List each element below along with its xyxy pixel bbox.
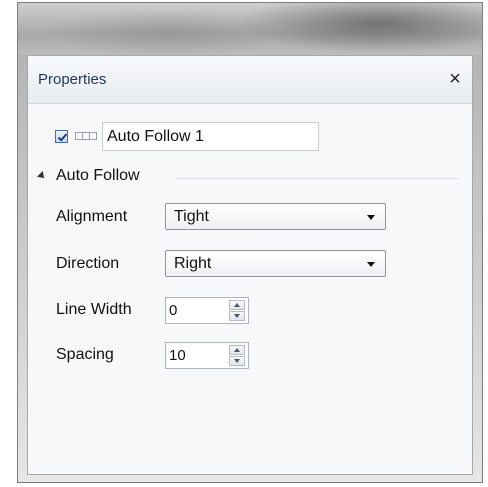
panel-body: Auto Follow Alignment Tight Direction Ri… <box>28 104 472 474</box>
alignment-dropdown[interactable]: Tight <box>165 203 386 230</box>
close-button[interactable]: × <box>444 68 466 90</box>
direction-dropdown[interactable]: Right <box>165 250 386 277</box>
increment-button[interactable] <box>229 345 245 355</box>
decrement-button[interactable] <box>229 311 245 321</box>
direction-value: Right <box>174 255 212 272</box>
element-name-input[interactable] <box>102 122 319 151</box>
element-name-row <box>45 122 345 152</box>
chevron-down-icon <box>367 262 375 267</box>
direction-label: Direction <box>56 255 120 272</box>
enabled-checkbox[interactable] <box>55 130 68 143</box>
spacing-spinner[interactable]: 10 <box>165 342 249 369</box>
checkmark-icon <box>57 133 68 142</box>
line-width-label: Line Width <box>56 301 132 318</box>
section-divider <box>176 178 458 179</box>
increment-button[interactable] <box>229 300 245 310</box>
section-header[interactable]: Auto Follow <box>37 167 458 189</box>
section-title: Auto Follow <box>56 167 140 184</box>
layout-icon <box>75 132 97 140</box>
decrement-button[interactable] <box>229 356 245 366</box>
properties-panel: Properties × Auto Follow Alignment <box>27 55 473 475</box>
chevron-down-icon <box>367 215 375 220</box>
spacing-stepper <box>229 345 245 366</box>
spacing-value[interactable]: 10 <box>169 347 186 364</box>
line-width-value[interactable]: 0 <box>169 302 177 319</box>
collapse-arrow-icon[interactable] <box>37 171 47 181</box>
alignment-value: Tight <box>174 208 209 225</box>
line-width-spinner[interactable]: 0 <box>165 297 249 324</box>
line-width-stepper <box>229 300 245 321</box>
window-frame: Properties × Auto Follow Alignment <box>17 2 483 483</box>
window-titlebar <box>18 3 482 55</box>
alignment-label: Alignment <box>56 208 128 225</box>
spacing-label: Spacing <box>56 346 114 363</box>
panel-title: Properties <box>38 71 107 88</box>
panel-header: Properties × <box>28 56 472 104</box>
